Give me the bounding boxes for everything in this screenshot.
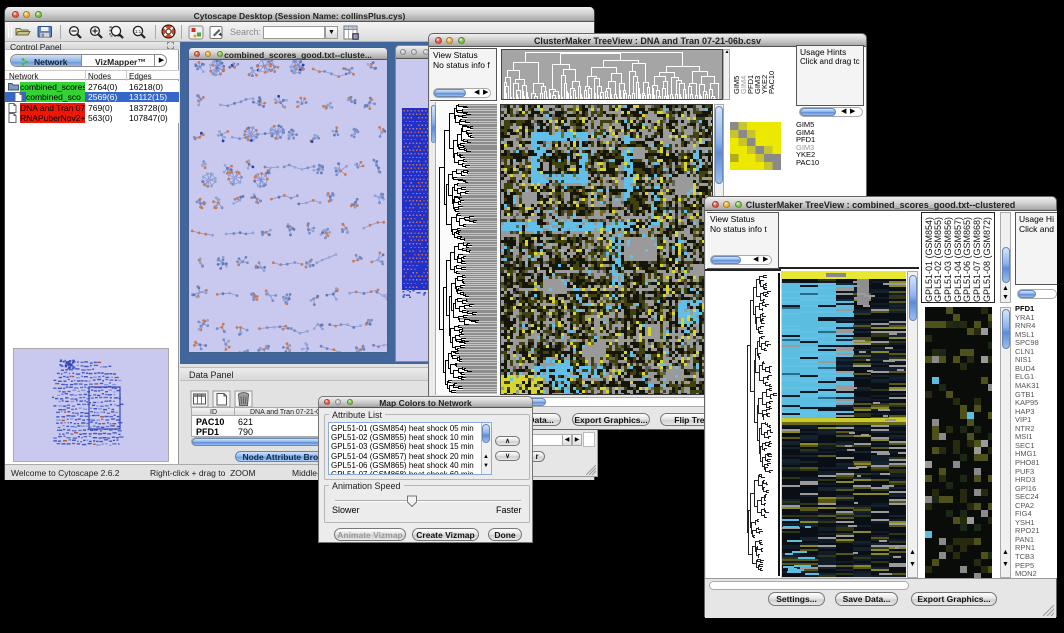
svg-text:1:1: 1:1 — [135, 29, 142, 34]
